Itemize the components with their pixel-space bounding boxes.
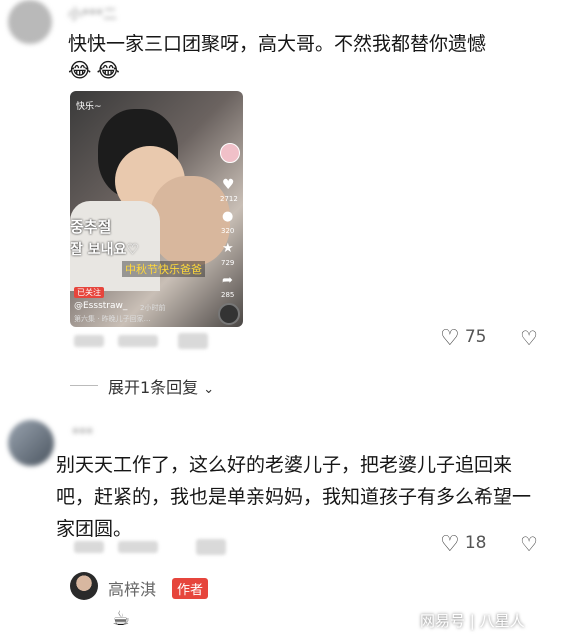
author-name[interactable]: 高梓淇 [108, 576, 156, 600]
laughing-emoji-icon: 😂 [68, 58, 92, 82]
dislike-broken-heart-icon[interactable]: ♡ [520, 532, 538, 556]
video-author[interactable]: @Essstraw_ [74, 301, 127, 311]
music-disc-icon[interactable] [218, 303, 240, 325]
like-count: 18 [464, 533, 487, 553]
like-count: 75 [464, 327, 487, 347]
comment-text: 快快一家三口团聚呀，高大哥。不然我都替你遗憾 [68, 33, 487, 55]
comment-meta [74, 541, 104, 553]
video-subtitle: 잘 보내요♡ [70, 242, 139, 258]
face-shape [150, 176, 230, 266]
like-count: 2712 [220, 195, 238, 203]
avatar[interactable] [8, 0, 52, 44]
coffee-emoji-icon: ☕ [112, 606, 130, 630]
heart-outline-icon: ♡ [440, 532, 460, 557]
username[interactable]: 小***二 [68, 4, 117, 24]
watermark: 网易号 | 八星人 [420, 610, 525, 631]
username[interactable]: *** [72, 426, 93, 442]
video-tag[interactable]: 已关注 [74, 287, 104, 298]
video-bottom-text: 第六集 · 昨晚儿子回家… [74, 315, 151, 323]
video-time: 2小时前 [140, 304, 166, 312]
comment-meta [118, 335, 158, 347]
expand-replies-button[interactable]: 展开1条回复 ⌄ [108, 374, 214, 398]
watermark-author: 八星人 [479, 612, 525, 630]
author-badge: 作者 [172, 578, 209, 599]
watermark-source: 网易号 [420, 612, 466, 630]
dislike-broken-heart-icon[interactable]: ♡ [520, 326, 538, 350]
heart-outline-icon: ♡ [440, 326, 460, 351]
comment-meta [118, 541, 158, 553]
creator-avatar[interactable] [220, 143, 240, 163]
star-count: 729 [221, 259, 235, 267]
expand-replies-divider [70, 385, 98, 386]
reply-button[interactable] [178, 333, 208, 349]
comment-meta [74, 335, 104, 347]
chevron-down-icon: ⌄ [203, 382, 215, 397]
comment-count: 320 [221, 227, 235, 235]
share-icon[interactable]: ➦ [222, 273, 233, 288]
expand-replies-label: 展开1条回复 [108, 378, 199, 397]
star-icon[interactable]: ★ [222, 241, 234, 256]
video-thumbnail[interactable]: 快乐~ 중추절 잘 보내요♡ 中秋节快乐爸爸 已关注 @Essstraw_ 2小… [70, 91, 243, 327]
like-button[interactable]: ♡ 75 [440, 326, 486, 351]
reply-button[interactable] [196, 539, 226, 555]
like-button[interactable]: ♡ 18 [440, 532, 486, 557]
comment-text: 别天天工作了，这么好的老婆儿子，把老婆儿子追回来吧，赶紧的，我也是单亲妈妈，我知… [56, 454, 532, 540]
watermark-divider: | [469, 612, 480, 630]
author-avatar[interactable] [70, 572, 98, 600]
emoji-row: 😂 😂 [68, 58, 120, 82]
avatar[interactable] [8, 420, 54, 466]
share-count: 285 [221, 291, 235, 299]
video-subtitle: 중추절 [70, 218, 112, 236]
comment-icon[interactable]: ● [222, 209, 233, 224]
laughing-emoji-icon: 😂 [96, 58, 120, 82]
video-caption: 中秋节快乐爸爸 [122, 261, 205, 277]
heart-icon[interactable]: ♥ [222, 177, 235, 193]
video-top-text: 快乐~ [76, 102, 102, 112]
